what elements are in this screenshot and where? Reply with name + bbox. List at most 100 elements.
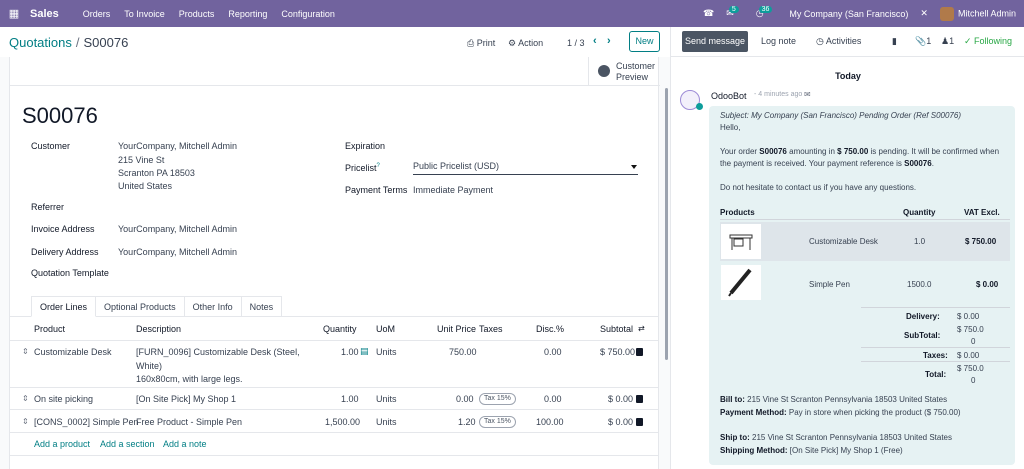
desk-image [721, 224, 761, 259]
line-uom[interactable]: Units [376, 347, 397, 357]
line-unit-price[interactable]: 0.00 [456, 394, 474, 404]
invoice-address-field[interactable]: YourCompany, Mitchell Admin [118, 224, 237, 234]
customer-line-1[interactable]: YourCompany, Mitchell Admin [118, 141, 237, 151]
total-label: Total: [925, 370, 947, 379]
line-quantity[interactable]: 1,500.00 [325, 417, 360, 427]
line-product[interactable]: On site picking [34, 394, 93, 404]
line-discount[interactable]: 0.00 [544, 394, 562, 404]
attachments-button[interactable]: 📎1 [915, 36, 931, 47]
message-time: - 4 minutes ago [754, 91, 803, 98]
tab-optional-products[interactable]: Optional Products [95, 296, 185, 317]
line-uom[interactable]: Units [376, 394, 397, 404]
top-navbar: ▦ Sales Orders To Invoice Products Repor… [0, 0, 1024, 27]
col-description[interactable]: Description [136, 324, 181, 334]
col-subtotal[interactable]: Subtotal [600, 324, 633, 334]
line-unit-price[interactable]: 1.20 [458, 417, 476, 427]
apps-grid-icon[interactable]: ▦ [6, 7, 22, 20]
phone-icon[interactable]: ☎ [703, 8, 714, 19]
products-header: Products [720, 208, 755, 217]
drag-handle-icon[interactable]: ⇕ [22, 347, 29, 356]
drag-handle-icon[interactable]: ⇕ [22, 417, 29, 426]
line-uom[interactable]: Units [376, 417, 397, 427]
activities-clock-icon[interactable]: ◷36 [756, 6, 778, 19]
menu-products[interactable]: Products [179, 9, 215, 19]
col-discount[interactable]: Disc.% [536, 324, 564, 334]
tax-badge[interactable]: Tax 15% [479, 393, 516, 405]
menu-reporting[interactable]: Reporting [228, 9, 267, 19]
line-unit-price[interactable]: 750.00 [449, 347, 477, 357]
new-button[interactable]: New [629, 31, 660, 52]
log-note-button[interactable]: Log note [761, 36, 796, 46]
tabs-divider [9, 316, 659, 317]
payment-terms-field[interactable]: Immediate Payment [413, 185, 493, 195]
tab-order-lines[interactable]: Order Lines [31, 296, 97, 317]
send-message-button[interactable]: Send message [682, 31, 748, 52]
gear-icon: ⚙ [508, 38, 519, 48]
followers-button[interactable]: ♟1 [941, 36, 954, 47]
mail-hello: Hello, [720, 123, 741, 132]
add-note-link[interactable]: Add a note [163, 439, 207, 449]
company-switcher[interactable]: My Company (San Francisco) [789, 9, 908, 19]
col-uom[interactable]: UoM [376, 324, 395, 334]
add-product-link[interactable]: Add a product [34, 439, 90, 449]
pager-value[interactable]: 1 / 3 [567, 38, 585, 48]
order-name: S00076 [22, 103, 98, 128]
line-description[interactable]: [FURN_0096] Customizable Desk (Steel, [136, 347, 300, 357]
line-discount[interactable]: 100.00 [536, 417, 564, 427]
activities-button[interactable]: ◷ Activities [816, 36, 861, 47]
trash-icon[interactable] [636, 395, 643, 403]
print-button[interactable]: ⎙ Print [467, 38, 495, 49]
line-product[interactable]: [CONS_0002] Simple Pen [34, 417, 139, 427]
col-quantity[interactable]: Quantity [323, 324, 357, 334]
paperclip-icon: 📎 [915, 36, 927, 46]
pager-previous-icon[interactable]: ‹ [593, 35, 597, 47]
tab-other-info[interactable]: Other Info [183, 296, 242, 317]
activities-badge: 36 [758, 6, 773, 13]
app-name[interactable]: Sales [30, 8, 59, 20]
line-subtotal: $ 750.00 [600, 347, 636, 357]
debug-tools-icon[interactable]: ✕ [920, 8, 928, 19]
book-icon[interactable]: ▮ [892, 36, 897, 47]
column-settings-icon[interactable]: ⇄ [638, 324, 645, 333]
following-button[interactable]: ✓ Following [964, 36, 1012, 47]
col-product[interactable]: Product [34, 324, 65, 334]
pen-image [721, 265, 761, 300]
line-product[interactable]: Customizable Desk [34, 347, 112, 357]
menu-configuration[interactable]: Configuration [281, 9, 335, 19]
drag-handle-icon[interactable]: ⇕ [22, 394, 29, 403]
line-discount[interactable]: 0.00 [544, 347, 562, 357]
pricelist-select[interactable]: Public Pricelist (USD) [413, 161, 638, 175]
add-section-link[interactable]: Add a section [100, 439, 155, 449]
control-panel: Quotations / S00076 ⎙ Print ⚙ Action 1 / 3… [0, 27, 670, 57]
trash-icon[interactable] [636, 348, 643, 356]
col-taxes[interactable]: Taxes [479, 324, 503, 334]
delivery-address-field[interactable]: YourCompany, Mitchell Admin [118, 247, 237, 257]
message-author[interactable]: OdooBot [711, 91, 747, 101]
mail-product-price: $ 0.00 [976, 280, 999, 289]
line-quantity[interactable]: 1.00 [341, 347, 359, 357]
user-menu[interactable]: Mitchell Admin [939, 6, 1016, 21]
tab-notes[interactable]: Notes [240, 296, 283, 317]
menu-to-invoice[interactable]: To Invoice [124, 9, 165, 19]
notebook-tabs: Order Lines Optional Products Other Info… [31, 296, 283, 317]
tax-badge[interactable]: Tax 15% [479, 416, 516, 428]
message-bubble: Subject: My Company (San Francisco) Pend… [709, 106, 1015, 465]
messages-icon[interactable]: ✉5 [726, 6, 743, 19]
breadcrumb-quotations[interactable]: Quotations [9, 35, 72, 50]
pricelist-help-icon[interactable]: ? [377, 163, 380, 169]
trash-icon[interactable] [636, 418, 643, 426]
col-unit-price[interactable]: Unit Price [437, 324, 476, 334]
forecast-chart-icon[interactable]: ▤ [360, 346, 369, 357]
menu-orders[interactable]: Orders [83, 9, 111, 19]
line-description[interactable]: [On Site Pick] My Shop 1 [136, 394, 236, 404]
taxes-divider [861, 347, 1010, 348]
line-description[interactable]: Free Product - Simple Pen [136, 417, 242, 427]
delivery-address-label: Delivery Address [31, 247, 99, 257]
action-button[interactable]: ⚙ Action [508, 38, 543, 49]
online-status-icon [696, 103, 703, 110]
customer-preview-button[interactable]: Customer Preview [588, 57, 668, 85]
pager-next-icon[interactable]: › [607, 35, 611, 47]
line-quantity[interactable]: 1.00 [341, 394, 359, 404]
scrollbar[interactable] [665, 88, 668, 360]
products-divider [720, 219, 1010, 220]
